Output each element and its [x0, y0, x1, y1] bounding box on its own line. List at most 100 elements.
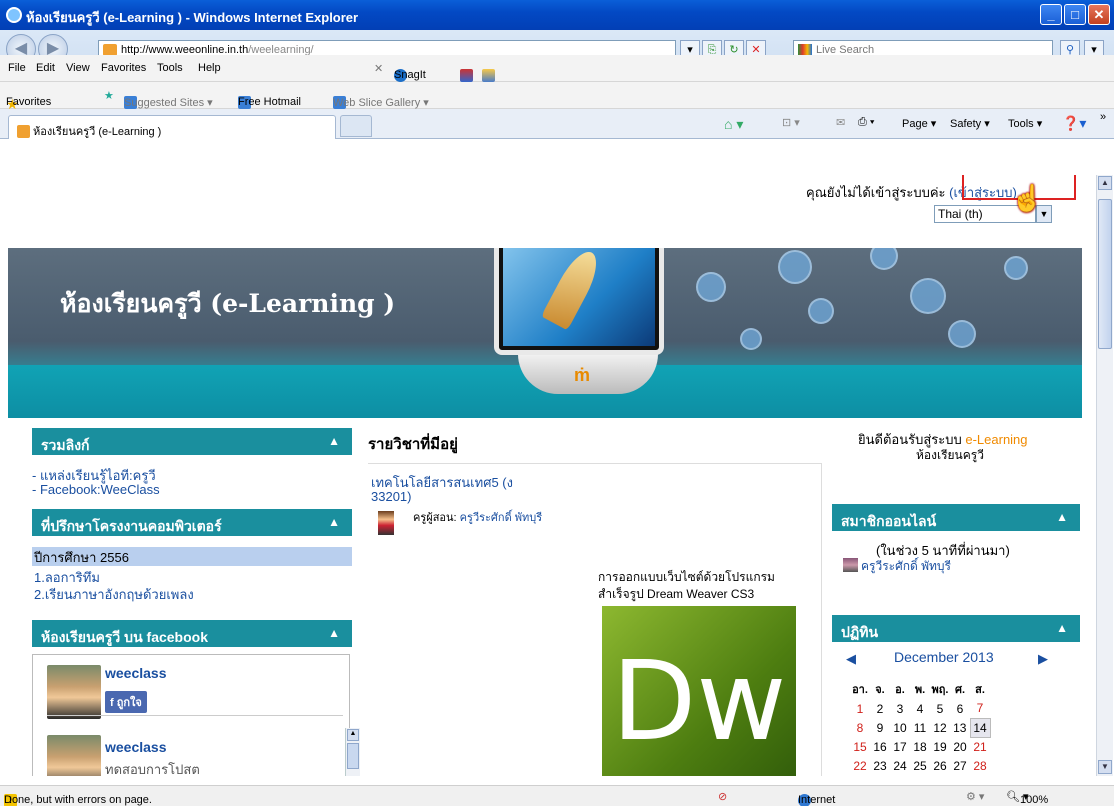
maximize-button[interactable]: □: [1064, 4, 1086, 25]
home-icon[interactable]: ⌂ ▾: [724, 116, 743, 133]
snagit-label: SnagIt: [394, 69, 426, 81]
tools-menu[interactable]: Tools ▾: [1008, 117, 1042, 130]
calendar-day-header: ส.: [975, 684, 985, 696]
print-icon[interactable]: ⎙ ▾: [858, 116, 874, 129]
divider: [821, 463, 822, 776]
calendar-day[interactable]: 6: [950, 699, 970, 718]
collapse-icon[interactable]: ▲: [328, 626, 340, 640]
close-button[interactable]: ✕: [1088, 4, 1110, 25]
calendar-day[interactable]: 20: [950, 737, 970, 756]
minimize-button[interactable]: _: [1040, 4, 1062, 25]
collapse-icon[interactable]: ▲: [1056, 621, 1068, 635]
online-users-block-header[interactable]: สมาชิกออนไลน์ ▲: [832, 504, 1080, 531]
close-toolbar-icon[interactable]: ✕: [374, 62, 383, 75]
new-tab-button[interactable]: [340, 115, 372, 137]
calendar-day[interactable]: 9: [870, 718, 890, 737]
welcome-line2: ห้องเรียนครูวี: [916, 448, 984, 462]
advisor-block-title: ที่ปรึกษาโครงงานคอมพิวเตอร์: [41, 518, 222, 534]
link-facebook[interactable]: - Facebook:WeeClass: [32, 482, 160, 497]
calendar-day[interactable]: 1: [850, 699, 870, 718]
links-block-header[interactable]: รวมลิงก์ ▲: [32, 428, 352, 455]
teacher-label: ครูผู้สอน:: [413, 512, 457, 524]
calendar-day[interactable]: 27: [950, 756, 970, 775]
tab-label: ห้องเรียนครูวี (e-Learning ): [33, 126, 162, 138]
calendar-day[interactable]: 15: [850, 737, 870, 756]
avatar: [47, 735, 101, 776]
calendar-next-icon[interactable]: ▶: [1038, 651, 1048, 667]
calendar-day[interactable]: 22: [850, 756, 870, 775]
collapse-icon[interactable]: ▲: [1056, 510, 1068, 524]
calendar-day[interactable]: 18: [910, 737, 930, 756]
collapse-icon[interactable]: ▲: [328, 434, 340, 448]
monitor-stand: ṁ: [518, 351, 658, 394]
calendar-day[interactable]: 26: [930, 756, 950, 775]
avatar: [843, 558, 858, 572]
protected-mode-icon[interactable]: ⊘: [718, 790, 727, 803]
calendar-day[interactable]: 28: [970, 756, 990, 775]
calendar-day[interactable]: 2: [870, 699, 890, 718]
facebook-page-name[interactable]: weeclass: [105, 665, 167, 681]
menu-favorites[interactable]: Favorites: [101, 62, 146, 74]
facebook-block-header[interactable]: ห้องเรียนครูวี บน facebook ▲: [32, 620, 352, 647]
calendar-prev-icon[interactable]: ◀: [846, 651, 856, 667]
menu-view[interactable]: View: [66, 62, 90, 74]
calendar-day[interactable]: 17: [890, 737, 910, 756]
scroll-thumb[interactable]: [347, 743, 359, 769]
calendar-block-header[interactable]: ปฏิทิน ▲: [832, 615, 1080, 642]
calendar-day[interactable]: 11: [910, 718, 930, 737]
calendar-day[interactable]: 24: [890, 756, 910, 775]
menu-help[interactable]: Help: [198, 62, 221, 74]
calendar-day[interactable]: 5: [930, 699, 950, 718]
project-link-2[interactable]: 2.เรียนภาษาอังกฤษด้วยเพลง: [34, 584, 194, 605]
help-icon[interactable]: ❓▾: [1062, 115, 1086, 132]
calendar-day-header: จ.: [875, 684, 885, 696]
scroll-up-icon[interactable]: ▲: [1098, 176, 1112, 190]
calendar-day-today[interactable]: 14: [969, 717, 991, 738]
scroll-up-icon[interactable]: ▲: [347, 729, 359, 741]
menu-file[interactable]: File: [8, 62, 26, 74]
calendar-day[interactable]: 21: [970, 737, 990, 756]
scroll-down-icon[interactable]: ▼: [1098, 760, 1112, 774]
calendar-day[interactable]: 10: [890, 718, 910, 737]
calendar-day[interactable]: 23: [870, 756, 890, 775]
menu-tools[interactable]: Tools: [157, 62, 183, 74]
menu-edit[interactable]: Edit: [36, 62, 55, 74]
tab-current[interactable]: ห้องเรียนครูวี (e-Learning ): [8, 115, 336, 139]
calendar-day[interactable]: 12: [930, 718, 950, 737]
calendar-day[interactable]: 3: [890, 699, 910, 718]
calendar-day[interactable]: 25: [910, 756, 930, 775]
courses-heading: รายวิชาที่มีอยู่: [368, 436, 458, 453]
add-favorites-icon[interactable]: ★: [104, 89, 114, 102]
course-description-line2: สำเร็จรูป Dream Weaver CS3: [598, 587, 755, 601]
collapse-icon[interactable]: ▲: [328, 515, 340, 529]
scroll-thumb[interactable]: [1098, 199, 1112, 349]
chevron-more-icon[interactable]: »: [1100, 111, 1106, 123]
site-title: ห้องเรียนครูวี (e-Learning ): [60, 289, 396, 318]
widget-scrollbar[interactable]: ▲: [345, 728, 360, 776]
calendar-day[interactable]: 4: [910, 699, 930, 718]
zoom-level: 100%: [1019, 794, 1049, 806]
page-scrollbar[interactable]: ▲ ▼: [1096, 175, 1113, 776]
addon-status-icon[interactable]: ⚙ ▾: [966, 790, 984, 803]
facebook-post-author[interactable]: weeclass: [105, 739, 167, 755]
web-slice-gallery-label: Web Slice Gallery ▾: [333, 97, 429, 109]
zoom-control[interactable]: 🔍︎ 100% ▾: [1006, 790, 1048, 806]
calendar-day[interactable]: 13: [950, 718, 970, 737]
course-title-line2[interactable]: 33201): [371, 489, 411, 504]
calendar-day[interactable]: 8: [850, 718, 870, 737]
feeds-icon[interactable]: ⊡ ▾: [782, 116, 800, 129]
mail-icon[interactable]: ✉: [836, 116, 845, 129]
calendar-day[interactable]: 7: [970, 699, 990, 718]
teacher-name-link[interactable]: ครูวีระศักดิ์ พัทบุรี: [460, 512, 543, 524]
safety-menu[interactable]: Safety ▾: [950, 117, 990, 130]
menu-bar: File Edit View Favorites Tools Help ✕ Sn…: [0, 55, 1114, 82]
ie-icon: [6, 7, 22, 23]
calendar-day[interactable]: 16: [870, 737, 890, 756]
calendar-day[interactable]: 19: [930, 737, 950, 756]
like-button[interactable]: f ถูกใจ: [105, 691, 147, 713]
favorites-label: Favorites: [6, 96, 52, 108]
login-text: คุณยังไม่ได้เข้าสู่ระบบค่ะ: [806, 185, 946, 200]
page-menu[interactable]: Page ▾: [902, 117, 936, 130]
online-user-row[interactable]: ครูวีระศักดิ์ พัทบุรี: [843, 557, 951, 576]
advisor-block-header[interactable]: ที่ปรึกษาโครงงานคอมพิวเตอร์ ▲: [32, 509, 352, 536]
